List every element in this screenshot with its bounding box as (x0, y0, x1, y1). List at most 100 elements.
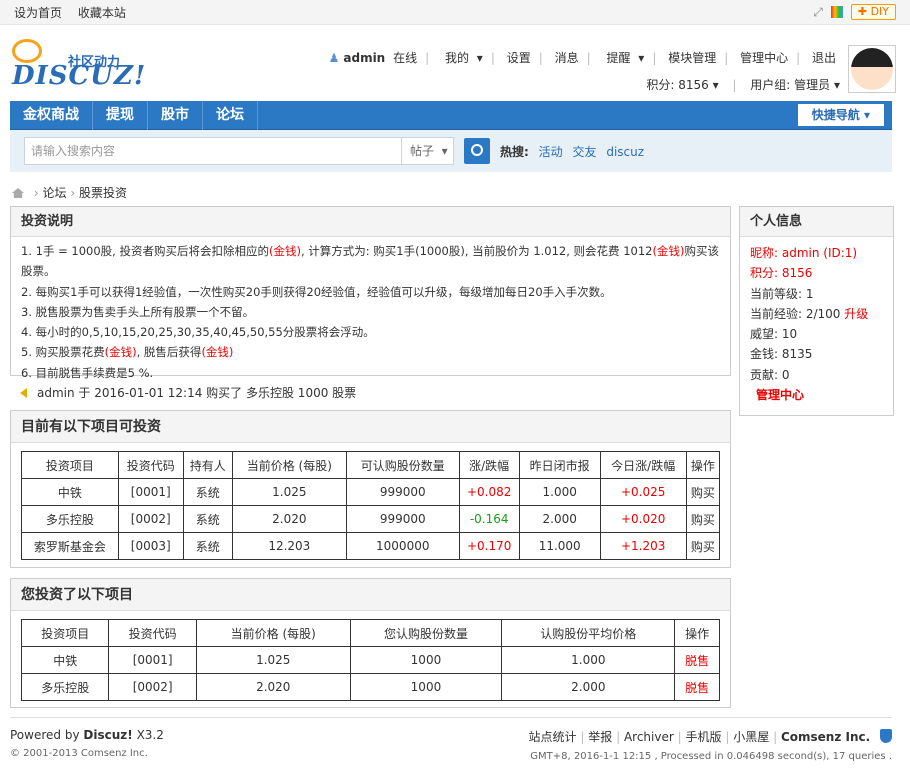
settings-link[interactable]: 设置 (507, 51, 531, 65)
remind-menu[interactable]: 提醒 ▾ (602, 51, 644, 65)
table-row: 中铁 [0001] 系统 1.025 999000 +0.082 1.000 +… (21, 478, 721, 506)
user-menu: ♟ admin 在线 | 我的 ▾ | 设置 | 消息 | 提醒 ▾ | 模块管理 | 管理中… (328, 51, 840, 92)
trade-notice: admin 于 2016-01-01 12:14 购买了 多乐控股 1000 股… (20, 384, 356, 401)
col-header: 操作 (685, 451, 721, 479)
col-header: 今日涨/跌幅 (599, 451, 687, 479)
username[interactable]: admin (343, 51, 385, 65)
project-available: 999000 (345, 505, 460, 533)
col-header: 投资项目 (20, 619, 110, 647)
table-row: 中铁 [0001] 1.025 1000 1.000 脱售 (20, 646, 720, 674)
project-available: 999000 (345, 478, 460, 506)
holding-avg-price: 2.000 (501, 673, 676, 701)
topbar: 设为首页 收藏本站 ⤢ ✚ DIY (0, 0, 910, 25)
footer-link-stats[interactable]: 站点统计 (529, 730, 577, 744)
logo-bubble-icon (12, 39, 42, 63)
avatar[interactable] (848, 45, 896, 93)
footer-link-mobile[interactable]: 手机版 (686, 730, 722, 744)
buy-button[interactable]: 购买 (685, 532, 721, 560)
project-holder: 系统 (182, 532, 233, 560)
style-icon[interactable] (830, 6, 843, 18)
holding-name: 多乐控股 (20, 673, 110, 701)
holdings-title: 您投资了以下项目 (11, 579, 730, 611)
holding-code: [0002] (108, 673, 197, 701)
projects-table: 投资项目 投资代码 持有人 当前价格 (每股) 可认购股份数量 涨/跌幅 昨日闭… (21, 451, 721, 560)
table-row: 多乐控股 [0002] 2.020 1000 2.000 脱售 (20, 673, 720, 701)
holding-name: 中铁 (20, 646, 110, 674)
profile-level: 当前等级: 1 (750, 286, 814, 301)
profile-exp: 当前经验: 2/100 (750, 306, 841, 321)
my-menu[interactable]: 我的 ▾ (441, 51, 483, 65)
footer-link-blackroom[interactable]: 小黑屋 (733, 730, 769, 744)
points-menu[interactable]: 积分: 8156 ▾ (646, 78, 718, 92)
logo-tagline: 社区动力 (68, 55, 121, 70)
buy-button[interactable]: 购买 (685, 478, 721, 506)
logo[interactable]: 社区动力 DISCUZ! (12, 39, 146, 91)
nav-item-stock[interactable]: 股市 (148, 100, 203, 130)
nav-item-forum[interactable]: 论坛 (203, 100, 258, 130)
trade-notice-text: admin 于 2016-01-01 12:14 购买了 多乐控股 1000 股… (37, 386, 357, 400)
profile-info: 昵称: admin (ID:1) 积分: 8156 当前等级: 1 当前经验: … (740, 237, 893, 411)
my-menu-label: 我的 (444, 51, 469, 65)
upgrade-link[interactable]: 升级 (844, 307, 868, 321)
holding-quantity: 1000 (349, 673, 503, 701)
footer-link-archiver[interactable]: Archiver (624, 730, 674, 744)
profile-admin-link[interactable]: 管理中心 (756, 388, 804, 402)
set-home-link[interactable]: 设为首页 (14, 6, 62, 20)
table-row: 索罗斯基金会 [0003] 系统 12.203 1000000 +0.170 1… (21, 532, 721, 560)
home-icon[interactable] (12, 188, 24, 198)
buy-button[interactable]: 购买 (685, 505, 721, 533)
profile-nickname: 昵称: admin (ID:1) (750, 246, 858, 260)
hot-search-item[interactable]: 活动 (539, 145, 563, 159)
holding-price: 1.025 (195, 646, 351, 674)
project-price: 12.203 (231, 532, 347, 560)
sell-button[interactable]: 脱售 (674, 646, 720, 674)
footer-company[interactable]: Comsenz Inc. (781, 730, 870, 744)
search-icon[interactable] (464, 138, 490, 164)
diy-label: DIY (870, 5, 889, 18)
instructions-panel: 投资说明 1. 1手 = 1000股, 投资者购买后将会扣除相应的(金钱), 计… (10, 206, 731, 380)
instruction-line: 1. 1手 = 1000股, 投资者购买后将会扣除相应的(金钱), 计算方式为:… (21, 244, 719, 279)
version: X3.2 (136, 728, 164, 742)
admin-center-link[interactable]: 管理中心 (740, 51, 788, 65)
breadcrumb-forum[interactable]: 论坛 (42, 186, 66, 200)
col-header: 持有人 (182, 451, 233, 479)
col-header: 操作 (674, 619, 720, 647)
hot-search: 热搜: 活动 交友 discuz (500, 143, 644, 160)
nav-item-withdraw[interactable]: 提现 (93, 100, 148, 130)
product-link[interactable]: Discuz! (83, 728, 132, 742)
bookmark-link[interactable]: 收藏本站 (78, 6, 126, 20)
profile-contrib: 贡献: 0 (750, 367, 790, 382)
group-menu[interactable]: 用户组: 管理员 ▾ (750, 78, 840, 92)
nav-item-trade[interactable]: 金权商战 (10, 100, 93, 130)
instructions-list: 1. 1手 = 1000股, 投资者购买后将会扣除相应的(金钱), 计算方式为:… (11, 237, 730, 387)
instruction-line: 5. 购买股票花费(金钱), 脱售后获得(金钱) (21, 345, 234, 360)
projects-panel: 目前有以下项目可投资 投资项目 投资代码 持有人 当前价格 (每股) 可认购股份… (10, 410, 731, 568)
hot-search-item[interactable]: discuz (606, 145, 644, 159)
col-header: 您认购股份数量 (349, 619, 503, 647)
profile-panel: 个人信息 昵称: admin (ID:1) 积分: 8156 当前等级: 1 当… (739, 206, 894, 416)
search-bar: 请输入搜索内容 帖子 ▾ 热搜: 活动 交友 discuz (10, 130, 892, 172)
col-header: 可认购股份数量 (345, 451, 460, 479)
quick-nav-label: 快捷导航 (811, 108, 860, 122)
holding-price: 2.020 (195, 673, 351, 701)
project-available: 1000000 (345, 532, 460, 560)
fullscreen-icon[interactable]: ⤢ (813, 5, 823, 20)
search-input[interactable]: 请输入搜索内容 (24, 137, 402, 165)
footer-gmt: GMT+8, 2016-1-1 12:15 , Processed in 0.0… (530, 751, 892, 762)
hot-search-item[interactable]: 交友 (572, 145, 596, 159)
messages-link[interactable]: 消息 (555, 51, 579, 65)
profile-title: 个人信息 (740, 207, 893, 237)
search-type-select[interactable]: 帖子 ▾ (402, 137, 454, 165)
sell-button[interactable]: 脱售 (674, 673, 720, 701)
holdings-table: 投资项目 投资代码 当前价格 (每股) 您认购股份数量 认购股份平均价格 操作 … (20, 619, 720, 701)
footer-link-report[interactable]: 举报 (588, 730, 612, 744)
quick-nav-button[interactable]: 快捷导航 ▾ (797, 104, 884, 126)
project-name: 索罗斯基金会 (21, 532, 119, 560)
module-link[interactable]: 模块管理 (668, 51, 716, 65)
project-code: [0003] (117, 532, 184, 560)
col-header: 当前价格 (每股) (231, 451, 347, 479)
logout-link[interactable]: 退出 (812, 51, 836, 65)
col-header: 涨/跌幅 (458, 451, 520, 479)
diy-button[interactable]: ✚ DIY (850, 4, 896, 20)
holding-quantity: 1000 (349, 646, 503, 674)
